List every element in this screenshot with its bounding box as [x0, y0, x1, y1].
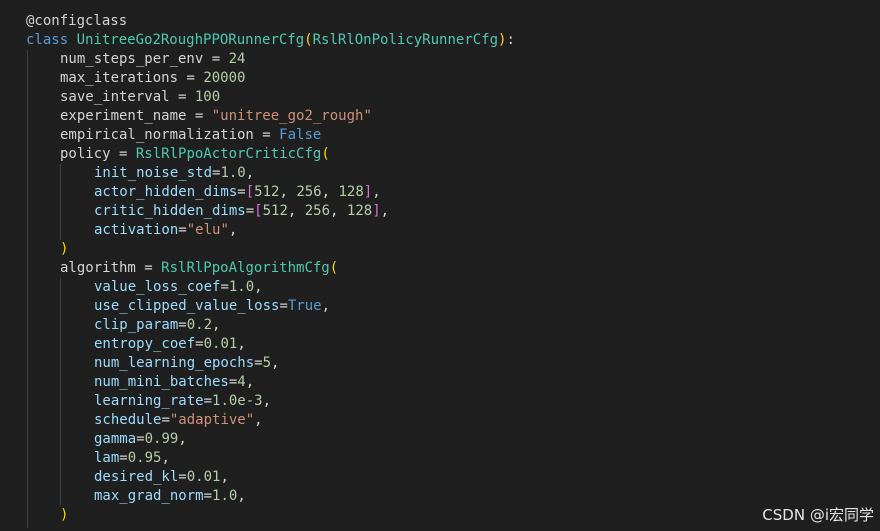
- code-line-policy-close: ): [60, 241, 69, 257]
- code-line-learning-rate: learning_rate=1.0e-3,: [94, 393, 272, 409]
- code-line-empirical-normalization: empirical_normalization = False: [60, 127, 322, 143]
- base-class: RslRlOnPolicyRunnerCfg: [312, 32, 499, 48]
- code-line-class-def: class UnitreeGo2RoughPPORunnerCfg(RslRlO…: [26, 32, 515, 48]
- class-name: UnitreeGo2RoughPPORunnerCfg: [76, 32, 305, 48]
- code-line-algorithm-close: ): [60, 507, 69, 523]
- code-line-save-interval: save_interval = 100: [60, 89, 221, 105]
- code-line-critic-hidden-dims: critic_hidden_dims=[512, 256, 128],: [94, 203, 390, 219]
- code-line-num-learning-epochs: num_learning_epochs=5,: [94, 355, 280, 371]
- code-line-max-grad-norm: max_grad_norm=1.0,: [94, 488, 246, 504]
- code-line-algorithm: algorithm = RslRlPpoAlgorithmCfg(: [60, 260, 339, 276]
- code-line-max-iterations: max_iterations = 20000: [60, 70, 246, 86]
- decorator: @configclass: [26, 13, 128, 29]
- indent-guide: [60, 164, 61, 240]
- watermark: CSDN @i宏同学: [762, 506, 874, 524]
- code-line-schedule: schedule="adaptive",: [94, 412, 263, 428]
- code-line-num-mini-batches: num_mini_batches=4,: [94, 374, 255, 390]
- indent-guide: [60, 278, 61, 506]
- code-line-policy: policy = RslRlPpoActorCriticCfg(: [60, 146, 330, 162]
- code-line-experiment-name: experiment_name = "unitree_go2_rough": [60, 108, 372, 124]
- code-line-value-loss-coef: value_loss_coef=1.0,: [94, 279, 263, 295]
- code-line-actor-hidden-dims: actor_hidden_dims=[512, 256, 128],: [94, 184, 381, 200]
- code-line-activation: activation="elu",: [94, 222, 238, 238]
- code-line-lam: lam=0.95,: [94, 450, 170, 466]
- code-line-decorator: @configclass: [26, 12, 127, 31]
- code-line-clip-param: clip_param=0.2,: [94, 317, 221, 333]
- class-keyword: class: [26, 32, 69, 48]
- code-line-use-clipped-value-loss: use_clipped_value_loss=True,: [94, 298, 331, 314]
- code-line-num-steps: num_steps_per_env = 24: [60, 51, 246, 67]
- code-line-gamma: gamma=0.99,: [94, 431, 187, 447]
- code-line-desired-kl: desired_kl=0.01,: [94, 469, 229, 485]
- code-line-init-noise-std: init_noise_std=1.0,: [94, 165, 255, 181]
- code-editor[interactable]: @configclass class UnitreeGo2RoughPPORun…: [0, 0, 880, 531]
- indent-guide: [27, 50, 28, 528]
- code-line-entropy-coef: entropy_coef=0.01,: [94, 336, 246, 352]
